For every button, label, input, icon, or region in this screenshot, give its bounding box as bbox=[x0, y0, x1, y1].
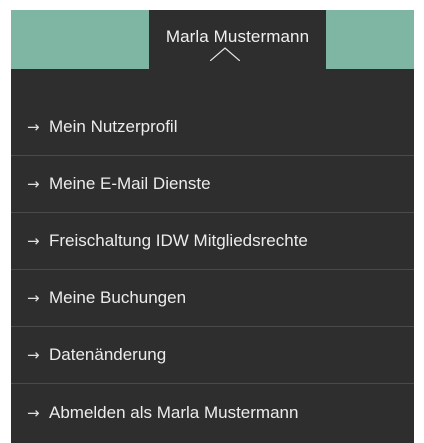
menu-list: → Mein Nutzerprofil → Meine E-Mail Diens… bbox=[11, 99, 414, 441]
menu-item-bookings[interactable]: → Meine Buchungen bbox=[11, 270, 414, 327]
menu-item-label: Datenänderung bbox=[49, 345, 167, 364]
menu-item-label: Freischaltung IDW Mitgliedsrechte bbox=[49, 231, 308, 250]
arrow-right-icon: → bbox=[27, 232, 40, 250]
menu-item-label: Abmelden als Marla Mustermann bbox=[49, 402, 299, 422]
arrow-right-icon: → bbox=[27, 403, 40, 422]
menu-item-data-change[interactable]: → Datenänderung bbox=[11, 327, 414, 384]
user-name: Marla Mustermann bbox=[165, 26, 310, 46]
arrow-right-icon: → bbox=[27, 175, 40, 193]
caret-up-icon bbox=[210, 47, 240, 61]
menu-item-label: Mein Nutzerprofil bbox=[49, 117, 178, 136]
arrow-right-icon: → bbox=[27, 118, 40, 136]
arrow-right-icon: → bbox=[27, 346, 40, 364]
user-dropdown-menu: → Mein Nutzerprofil → Meine E-Mail Diens… bbox=[11, 69, 414, 443]
menu-item-label: Meine E-Mail Dienste bbox=[49, 174, 211, 193]
menu-item-profile[interactable]: → Mein Nutzerprofil bbox=[11, 99, 414, 156]
menu-item-logout[interactable]: → Abmelden als Marla Mustermann bbox=[11, 384, 414, 441]
menu-item-label: Meine Buchungen bbox=[49, 288, 187, 307]
arrow-right-icon: → bbox=[27, 289, 40, 307]
menu-item-membership-unlock[interactable]: → Freischaltung IDW Mitgliedsrechte bbox=[11, 213, 414, 270]
menu-item-email-services[interactable]: → Meine E-Mail Dienste bbox=[11, 156, 414, 213]
